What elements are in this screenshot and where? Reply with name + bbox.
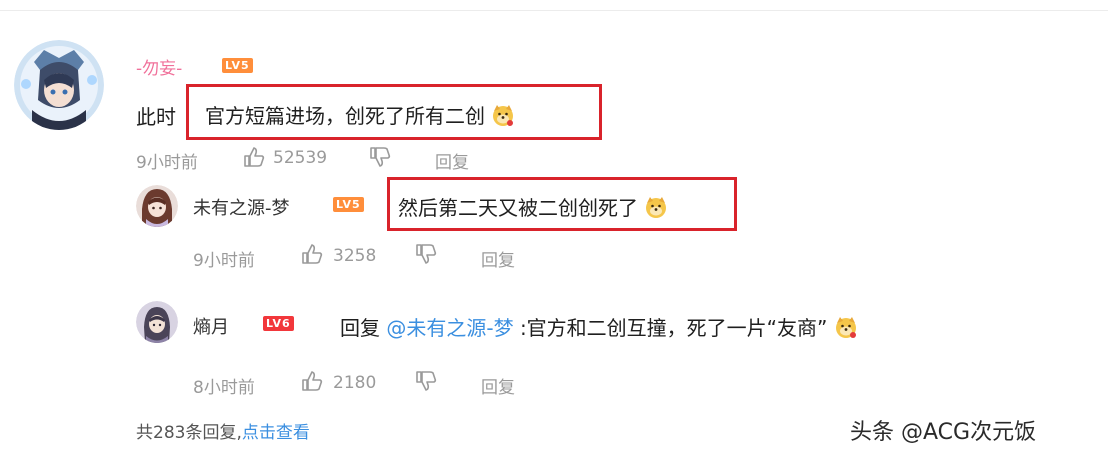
avatar-reply-user-2[interactable]	[136, 301, 178, 343]
reply-count-text: 共283条回复,	[136, 423, 242, 443]
main-username[interactable]: -勿妄-	[136, 54, 182, 79]
main-comment-prefix: 此时	[136, 105, 176, 129]
reply-like-count: 2180	[333, 373, 377, 393]
mention-link[interactable]: @未有之源-梦	[386, 316, 513, 340]
reply-body: :官方和二创互撞，死了一片“友商”	[519, 316, 828, 340]
reply-button[interactable]: 回复	[481, 246, 515, 271]
main-comment-time: 9小时前	[136, 153, 198, 173]
doge-emoji-icon	[834, 315, 858, 339]
reply-body: 然后第二天又被二创创死了	[398, 196, 638, 220]
top-divider	[0, 10, 1108, 11]
like-icon[interactable]	[301, 370, 323, 396]
reply-time: 9小时前	[193, 251, 255, 271]
dislike-icon[interactable]	[415, 370, 437, 396]
main-comment-text: 官方短篇进场，创死了所有二创	[205, 100, 515, 129]
dislike-icon[interactable]	[415, 243, 437, 269]
reply-text: 然后第二天又被二创创死了	[398, 192, 668, 221]
dislike-icon[interactable]	[369, 146, 391, 172]
like-icon[interactable]	[243, 146, 265, 172]
reply-button[interactable]: 回复	[481, 373, 515, 398]
reply-button[interactable]: 回复	[435, 148, 469, 173]
doge-emoji-icon	[644, 195, 668, 219]
level-badge: LV5	[222, 58, 253, 73]
reply-username[interactable]: 未有之源-梦	[193, 194, 290, 220]
reply-count-summary: 共283条回复,点击查看	[136, 418, 310, 443]
avatar-reply-user-1[interactable]	[136, 185, 178, 227]
source-watermark: 头条 @ACG次元饭	[850, 420, 1037, 445]
reply-prefix: 回复	[340, 316, 380, 340]
main-comment-body: 官方短篇进场，创死了所有二创	[205, 104, 485, 128]
reply-text: 回复 @未有之源-梦 :官方和二创互撞，死了一片“友商”	[340, 312, 858, 341]
doge-emoji-icon	[491, 103, 515, 127]
view-all-replies-link[interactable]: 点击查看	[242, 423, 310, 443]
reply-like-count: 3258	[333, 246, 377, 266]
level-badge: LV6	[263, 316, 294, 331]
reply-username[interactable]: 熵月	[193, 313, 229, 339]
like-icon[interactable]	[301, 243, 323, 269]
level-badge: LV5	[333, 197, 364, 212]
reply-time: 8小时前	[193, 378, 255, 398]
main-like-count: 52539	[273, 148, 328, 168]
avatar-main-user[interactable]	[14, 40, 104, 130]
